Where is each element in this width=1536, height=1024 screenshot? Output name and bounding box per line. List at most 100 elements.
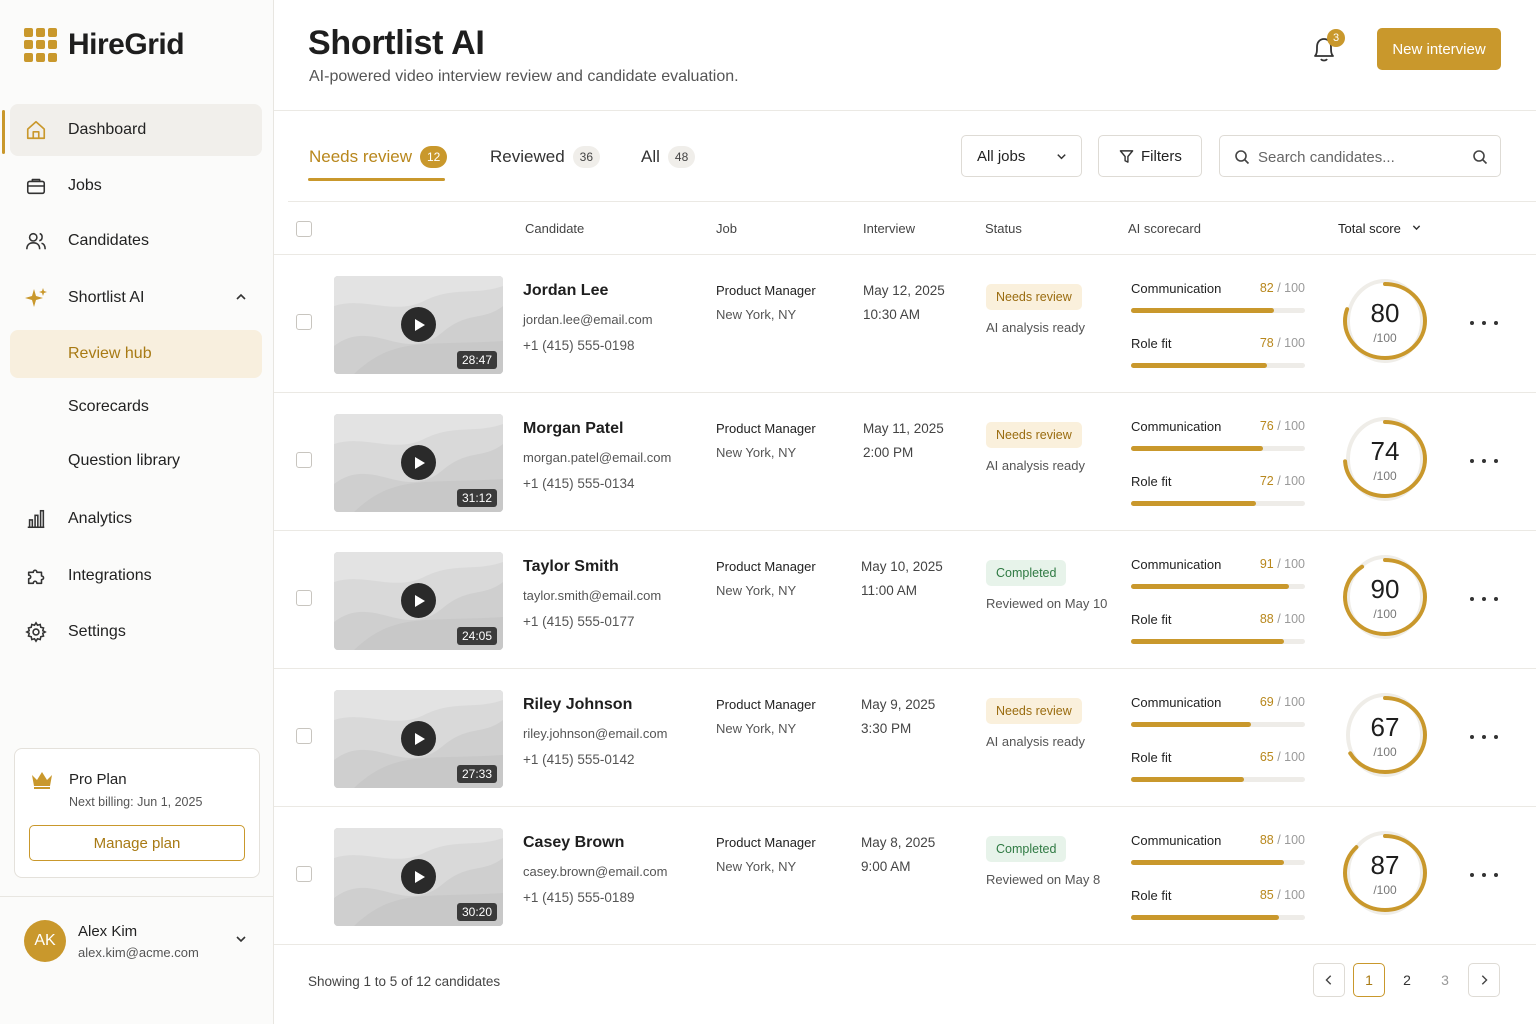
- video-thumbnail[interactable]: 24:05: [334, 552, 503, 650]
- search-input[interactable]: [1258, 146, 1458, 168]
- sidebar-item-dashboard[interactable]: Dashboard: [10, 104, 262, 156]
- table-row[interactable]: 28:47 Jordan Lee jordan.lee@email.com +1…: [274, 255, 1536, 393]
- total-score: 80: [1370, 298, 1400, 328]
- metric-max: 100: [1284, 281, 1305, 295]
- table-row[interactable]: 30:20 Casey Brown casey.brown@email.com …: [274, 807, 1536, 945]
- page-button-3[interactable]: 3: [1429, 963, 1461, 997]
- jobs-select[interactable]: All jobs: [961, 135, 1082, 177]
- status-note: AI analysis ready: [986, 458, 1085, 473]
- metric-score: 88: [1259, 612, 1274, 626]
- previous-page-button[interactable]: [1313, 963, 1345, 997]
- role-fit-bar-fill: [1131, 915, 1279, 920]
- tab-needs-review[interactable]: Needs review 12: [309, 146, 448, 182]
- play-icon[interactable]: [401, 859, 436, 894]
- page-button-1[interactable]: 1: [1353, 963, 1385, 997]
- candidate-name[interactable]: Morgan Patel: [523, 420, 623, 438]
- play-icon[interactable]: [401, 583, 436, 618]
- metric-label-communication: Communication: [1131, 695, 1222, 710]
- sidebar-item-analytics[interactable]: Analytics: [10, 493, 262, 545]
- tab-all[interactable]: All 48: [641, 146, 696, 182]
- tab-label: All: [641, 147, 660, 166]
- row-checkbox[interactable]: [296, 728, 312, 744]
- search-icon[interactable]: [1472, 149, 1488, 170]
- candidate-name[interactable]: Taylor Smith: [523, 558, 619, 576]
- plan-billing: Next billing: Jun 1, 2025: [69, 795, 203, 809]
- status-badge: Needs review: [986, 422, 1082, 448]
- column-header-total-score[interactable]: Total score: [1338, 221, 1422, 236]
- row-checkbox[interactable]: [296, 452, 312, 468]
- filters-button[interactable]: Filters: [1098, 135, 1202, 177]
- candidate-name[interactable]: Riley Johnson: [523, 696, 632, 714]
- metric-max: 100: [1284, 833, 1305, 847]
- metric-max: 100: [1284, 888, 1305, 902]
- sidebar-subitem-question-library[interactable]: Question library: [10, 437, 262, 485]
- sidebar-item-label: Analytics: [68, 510, 133, 527]
- role-fit-bar-fill: [1131, 363, 1267, 368]
- logo[interactable]: HireGrid: [24, 28, 185, 62]
- video-thumbnail[interactable]: 28:47: [334, 276, 503, 374]
- metric-score: 85: [1259, 888, 1274, 902]
- interview-time: 9:00 AM: [861, 859, 911, 874]
- filter-icon: [1119, 149, 1134, 164]
- table-row[interactable]: 24:05 Taylor Smith taylor.smith@email.co…: [274, 531, 1536, 669]
- column-header-status[interactable]: Status: [985, 221, 1022, 236]
- metric-label-communication: Communication: [1131, 419, 1222, 434]
- job-title: Product Manager: [716, 835, 816, 850]
- play-icon[interactable]: [401, 307, 436, 342]
- new-interview-button[interactable]: New interview: [1377, 28, 1501, 70]
- manage-plan-button[interactable]: Manage plan: [29, 825, 245, 861]
- sidebar-item-candidates[interactable]: Candidates: [10, 215, 262, 267]
- more-options-icon[interactable]: [1470, 729, 1498, 745]
- more-options-icon[interactable]: [1470, 591, 1498, 607]
- chevron-down-icon[interactable]: [234, 932, 248, 951]
- sidebar-item-jobs[interactable]: Jobs: [10, 160, 262, 212]
- users-icon: [24, 229, 48, 253]
- more-options-icon[interactable]: [1470, 453, 1498, 469]
- row-checkbox[interactable]: [296, 590, 312, 606]
- sidebar-item-label: Shortlist AI: [68, 289, 145, 306]
- page-button-2[interactable]: 2: [1391, 963, 1423, 997]
- sidebar: HireGrid Dashboard Jobs Candidates Short…: [0, 0, 274, 1024]
- row-checkbox[interactable]: [296, 314, 312, 330]
- table-row[interactable]: 27:33 Riley Johnson riley.johnson@email.…: [274, 669, 1536, 807]
- communication-bar-fill: [1131, 584, 1290, 589]
- sidebar-subitem-review-hub[interactable]: Review hub: [10, 330, 262, 378]
- select-all-checkbox[interactable]: [296, 221, 312, 237]
- video-thumbnail[interactable]: 30:20: [334, 828, 503, 926]
- candidate-phone: +1 (415) 555-0198: [523, 338, 635, 353]
- candidate-name[interactable]: Jordan Lee: [523, 282, 608, 300]
- table-row[interactable]: 31:12 Morgan Patel morgan.patel@email.co…: [274, 393, 1536, 531]
- metric-max: 100: [1284, 474, 1305, 488]
- candidate-phone: +1 (415) 555-0134: [523, 476, 635, 491]
- video-thumbnail[interactable]: 31:12: [334, 414, 503, 512]
- sidebar-item-integrations[interactable]: Integrations: [10, 550, 262, 602]
- column-header-interview[interactable]: Interview: [863, 221, 915, 236]
- sidebar-item-shortlist-ai[interactable]: Shortlist AI: [10, 272, 262, 324]
- metric-label-role-fit: Role fit: [1131, 888, 1172, 903]
- job-location: New York, NY: [716, 721, 797, 736]
- video-thumbnail[interactable]: 27:33: [334, 690, 503, 788]
- communication-bar-fill: [1131, 860, 1285, 865]
- column-header-job[interactable]: Job: [716, 221, 737, 236]
- column-header-candidate[interactable]: Candidate: [525, 221, 584, 236]
- search-icon: [1234, 149, 1250, 170]
- play-icon[interactable]: [401, 721, 436, 756]
- status-badge: Completed: [986, 836, 1067, 862]
- interview-date: May 12, 2025: [863, 283, 945, 298]
- avatar[interactable]: AK: [24, 920, 66, 962]
- candidate-phone: +1 (415) 555-0142: [523, 752, 635, 767]
- candidate-email: morgan.patel@email.com: [523, 450, 672, 465]
- more-options-icon[interactable]: [1470, 315, 1498, 331]
- sidebar-subitem-scorecards[interactable]: Scorecards: [10, 383, 262, 431]
- play-icon[interactable]: [401, 445, 436, 480]
- communication-bar: [1131, 722, 1305, 727]
- role-fit-bar: [1131, 777, 1305, 782]
- next-page-button[interactable]: [1468, 963, 1500, 997]
- sidebar-item-settings[interactable]: Settings: [10, 606, 262, 658]
- more-options-icon[interactable]: [1470, 867, 1498, 883]
- divider: [0, 896, 273, 897]
- column-header-ai-scorecard[interactable]: AI scorecard: [1128, 221, 1201, 236]
- candidate-name[interactable]: Casey Brown: [523, 834, 624, 852]
- row-checkbox[interactable]: [296, 866, 312, 882]
- tab-reviewed[interactable]: Reviewed 36: [490, 146, 601, 182]
